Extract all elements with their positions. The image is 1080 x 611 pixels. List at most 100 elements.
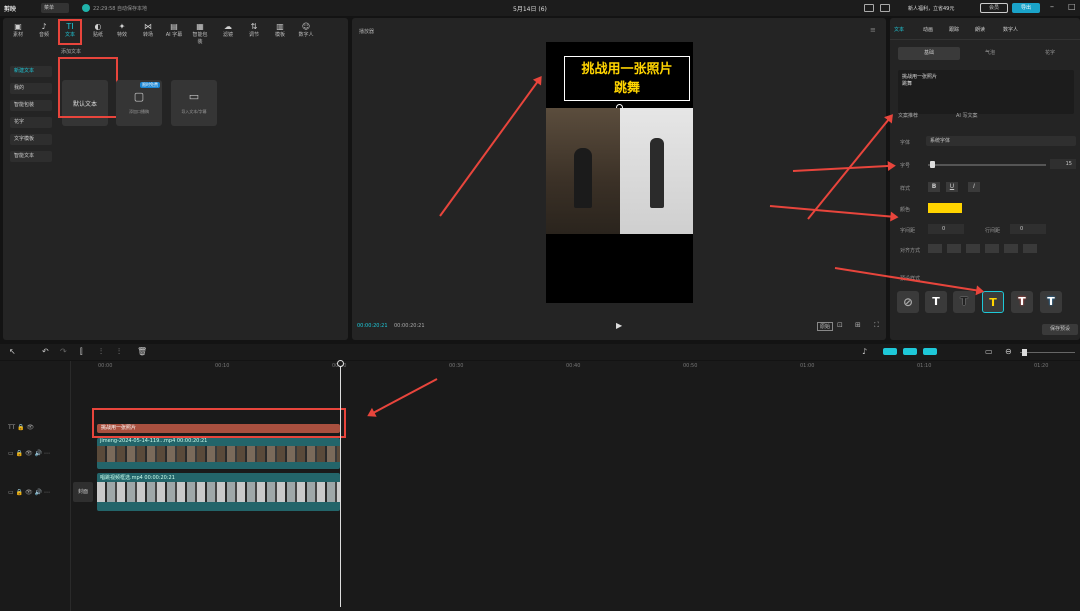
sidebar-item[interactable]: 智能包装 bbox=[10, 100, 52, 111]
person-figure-left bbox=[574, 148, 592, 208]
color-swatch[interactable] bbox=[928, 203, 962, 213]
tool-audio[interactable]: ♪ 音频 bbox=[35, 22, 53, 38]
ai-script-card[interactable]: 限时免费 ▢ 添加口播稿 bbox=[116, 80, 162, 126]
font-select[interactable]: 系统字体 bbox=[926, 136, 1076, 146]
caption-icon[interactable]: ▭ bbox=[985, 347, 993, 356]
preset-style-2[interactable]: T bbox=[953, 291, 975, 313]
text-overlay[interactable]: 挑战用一张照片 跳舞 bbox=[564, 56, 690, 101]
line-spacing-input[interactable]: 0 bbox=[1010, 224, 1046, 234]
tool-label: 模板 bbox=[274, 32, 285, 38]
timeline-tick: 00:00 bbox=[98, 363, 113, 369]
zoom-slider-handle[interactable] bbox=[1022, 349, 1027, 356]
tool-subtitle[interactable]: ▤ AI 字幕 bbox=[165, 22, 183, 38]
tool-label: 滤镜 bbox=[222, 32, 233, 38]
tool-label: 智能包装 bbox=[192, 32, 208, 45]
video-track-2-controls[interactable]: ▭ 🔒 👁 🔊 ⋯ bbox=[8, 489, 50, 496]
play-button[interactable]: ▶ bbox=[616, 321, 622, 330]
sidebar-item[interactable]: 文字模板 bbox=[10, 134, 52, 145]
size-slider[interactable] bbox=[928, 164, 1046, 166]
save-preset-button[interactable]: 保存预设 bbox=[1042, 324, 1078, 335]
italic-button[interactable]: I bbox=[968, 182, 980, 192]
preset-style-4[interactable]: T bbox=[1011, 291, 1033, 313]
bold-button[interactable]: B bbox=[928, 182, 940, 192]
sidebar-item[interactable]: 新建文本 bbox=[10, 66, 52, 77]
video-clip-2[interactable]: 唱跳视频框选.mp4 00:00:20:21 bbox=[97, 473, 340, 511]
tool-transition[interactable]: ⋈ 转场 bbox=[139, 22, 157, 38]
vip-button[interactable]: 会员 bbox=[980, 3, 1008, 13]
ai-write-button[interactable]: AI 写文案 bbox=[956, 112, 978, 119]
preset-style-3[interactable]: T bbox=[982, 291, 1004, 313]
inspector-tab[interactable]: 文本 bbox=[894, 26, 904, 33]
promo-link[interactable]: 新人福利，立省49元 bbox=[908, 5, 954, 12]
crop-icon[interactable]: ⊡ bbox=[837, 321, 843, 329]
tool-avatar[interactable]: ☺ 数字人 bbox=[297, 22, 315, 38]
player-menu-icon[interactable]: ≡ bbox=[870, 26, 876, 34]
overlay-line-1: 挑战用一张照片 bbox=[581, 62, 673, 77]
video-track-1-controls[interactable]: ▭ 🔒 👁 🔊 ⋯ bbox=[8, 450, 50, 457]
spacing-input[interactable]: 0 bbox=[928, 224, 964, 234]
inspector-tab[interactable]: 跟踪 bbox=[949, 26, 959, 33]
trim-right-icon[interactable]: ⫶ bbox=[118, 347, 120, 357]
zoom-slider[interactable] bbox=[1020, 352, 1075, 353]
split-icon[interactable]: ⫿ bbox=[80, 347, 83, 357]
sidebar-item[interactable]: 花字 bbox=[10, 117, 52, 128]
redo-icon[interactable]: ↷ bbox=[60, 347, 67, 356]
ratio-button[interactable]: 原始 bbox=[817, 322, 834, 331]
main-toolbar: ▣ 素材 ♪ 音频 TI 文本 ◐ 贴纸 ✦ 特效 ⋈ 转场 ▤ AI 字幕 ▦ 智能包装 ☁ 滤镜 ⇅ 调节 ▥ 模板 ☺… bbox=[3, 20, 323, 45]
size-slider-handle[interactable] bbox=[930, 161, 935, 168]
inspector-tab[interactable]: 动画 bbox=[923, 26, 933, 33]
text-content-input[interactable]: 挑战用一张照片 跳舞 bbox=[898, 70, 1074, 114]
delete-icon[interactable]: 🗑 bbox=[137, 347, 147, 356]
tool-media[interactable]: ▣ 素材 bbox=[9, 22, 27, 38]
project-title[interactable]: 5月14日 (6) bbox=[513, 4, 547, 13]
text-track-controls[interactable]: TT 🔒 👁 bbox=[8, 424, 34, 431]
fullscreen-icon[interactable]: ⛶ bbox=[874, 321, 879, 330]
tool-effects[interactable]: ✦ 特效 bbox=[113, 22, 131, 38]
inspector-tab[interactable]: 朗读 bbox=[975, 26, 985, 33]
playhead[interactable] bbox=[340, 362, 341, 607]
tool-template[interactable]: ▥ 模板 bbox=[271, 22, 289, 38]
transition-icon: ⋈ bbox=[144, 22, 152, 31]
font-label: 字体 bbox=[900, 140, 911, 146]
preset-style-1[interactable]: T bbox=[925, 291, 947, 313]
microphone-icon[interactable]: ♪ bbox=[862, 347, 867, 356]
preview-toggle[interactable] bbox=[923, 348, 937, 355]
filter-icon: ☁ bbox=[224, 22, 232, 31]
size-input[interactable]: 15 bbox=[1050, 159, 1076, 169]
snap-toggle[interactable] bbox=[883, 348, 897, 355]
sidebar-item[interactable]: 我的 bbox=[10, 83, 52, 94]
sidebar-item[interactable]: 智能文本 bbox=[10, 151, 52, 162]
import-text-card[interactable]: ▭ 导入文本/字幕 bbox=[171, 80, 217, 126]
video-clip-1[interactable]: jimeng-2024-05-14-119...mp4 00:00:20:21 bbox=[97, 438, 340, 469]
preset-none-icon[interactable]: ⊘ bbox=[897, 291, 919, 313]
subtab-basic[interactable]: 基础 bbox=[898, 47, 960, 60]
select-tool-icon[interactable]: ↖ bbox=[9, 347, 16, 356]
media-panel: ▣ 素材 ♪ 音频 TI 文本 ◐ 贴纸 ✦ 特效 ⋈ 转场 ▤ AI 字幕 ▦ 智能包装 ☁ 滤镜 ⇅ 调节 ▥ 模板 ☺… bbox=[3, 18, 348, 340]
menu-button[interactable]: 菜单 bbox=[41, 3, 69, 13]
video-canvas[interactable]: 挑战用一张照片 跳舞 bbox=[546, 42, 693, 303]
export-button[interactable]: 导出 bbox=[1012, 3, 1040, 13]
undo-icon[interactable]: ↶ bbox=[42, 347, 49, 356]
tool-filter[interactable]: ☁ 滤镜 bbox=[219, 22, 237, 38]
trim-left-icon[interactable]: ⫶ bbox=[100, 347, 102, 357]
layout-icon[interactable] bbox=[864, 4, 874, 12]
playhead-handle[interactable] bbox=[337, 360, 344, 367]
subtab-fancy[interactable]: 花字 bbox=[1025, 47, 1075, 60]
shortcut-icon[interactable] bbox=[880, 4, 890, 12]
zoom-out-icon[interactable]: ⊖ bbox=[1005, 347, 1012, 356]
inspector-tab[interactable]: 数字人 bbox=[1003, 26, 1018, 33]
subtab-bubble[interactable]: 气泡 bbox=[965, 47, 1015, 60]
cover-button[interactable]: 封面 bbox=[73, 482, 93, 502]
preset-style-5[interactable]: T bbox=[1040, 291, 1062, 313]
tool-sticker[interactable]: ◐ 贴纸 bbox=[89, 22, 107, 38]
minimize-icon[interactable]: – bbox=[1050, 2, 1054, 11]
tool-adjust[interactable]: ⇅ 调节 bbox=[245, 22, 263, 38]
tool-package[interactable]: ▦ 智能包装 bbox=[191, 22, 209, 45]
underline-button[interactable]: U bbox=[946, 182, 958, 192]
maximize-icon[interactable]: □ bbox=[1068, 2, 1076, 11]
autosave-status: 22:29:58 自动保存本地 bbox=[93, 6, 148, 12]
zoom-icon[interactable]: ⊞ bbox=[855, 321, 861, 329]
link-toggle[interactable] bbox=[903, 348, 917, 355]
align-buttons[interactable] bbox=[928, 244, 1038, 253]
text-extract-button[interactable]: 文案推荐 bbox=[898, 112, 918, 119]
